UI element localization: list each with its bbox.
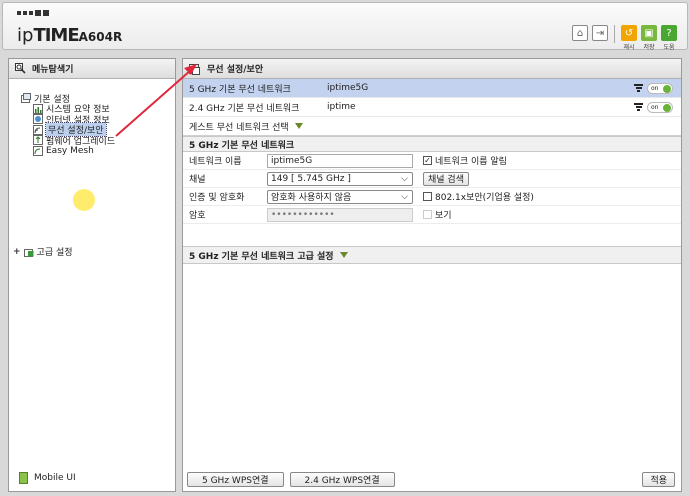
- firmware-page-icon: [33, 135, 43, 146]
- broadcast-ssid-option[interactable]: ✓ 네트워크 이름 알림: [423, 154, 507, 167]
- network-name-input[interactable]: iptime5G: [267, 153, 413, 168]
- home-icon: ⌂: [572, 25, 588, 41]
- logout-icon: ⇥: [592, 25, 608, 41]
- top-header: ipTIMEA604R ⌂ ⇥ ↺ 재시 ▣ 저장 ? 도움: [2, 2, 688, 51]
- filter-icon: [634, 84, 643, 93]
- menu-explorer: 메뉴탐색기 기본 설정 시스템 요약 정보 인터넷 설정 정보 무선 설정/보안…: [8, 58, 176, 492]
- help-icon: ?: [661, 25, 677, 41]
- panel-title: 무선 설정/보안: [207, 65, 264, 75]
- row-channel: 채널 149 [ 5.745 GHz ] ⌵ 채널 검색: [183, 170, 681, 188]
- phone-icon: [19, 472, 28, 484]
- section-title: 5 GHz 기본 무선 네트워크: [183, 136, 681, 152]
- show-password-checkbox[interactable]: [423, 210, 432, 219]
- advanced-settings-toggle[interactable]: 5 GHz 기본 무선 네트워크 고급 설정: [183, 246, 681, 264]
- show-password-option[interactable]: 보기: [423, 208, 452, 221]
- dropdown-triangle-icon: [294, 123, 303, 129]
- wps-buttons: 5 GHz WPS연결 2.4 GHz WPS연결: [187, 472, 395, 487]
- row-auth: 인증 및 암호화 암호화 사용하지 않음 ⌵ 802.1x보안(기업용 설정): [183, 188, 681, 206]
- guest-network-selector[interactable]: 게스트 무선 네트워크 선택: [183, 117, 681, 136]
- mesh-page-icon: [33, 145, 43, 156]
- apply-button[interactable]: 적용: [642, 472, 675, 487]
- help-button[interactable]: ? 도움: [661, 25, 677, 51]
- restart-label: 재시: [623, 44, 635, 51]
- save-label: 저장: [643, 44, 655, 51]
- restart-button[interactable]: ↺ 재시: [621, 25, 637, 51]
- broadcast-checkbox[interactable]: ✓: [423, 156, 432, 165]
- brand-logo: ipTIMEA604R: [17, 25, 123, 46]
- row-network-name: 네트워크 이름 iptime5G ✓ 네트워크 이름 알림: [183, 152, 681, 170]
- panel-header: 무선 설정/보안: [183, 59, 681, 79]
- help-label: 도움: [663, 44, 675, 51]
- folder-closed-icon: [23, 248, 34, 257]
- menu-explorer-header: 메뉴탐색기: [9, 59, 175, 79]
- channel-select[interactable]: 149 [ 5.745 GHz ] ⌵: [267, 171, 413, 186]
- filter-icon: [634, 103, 643, 112]
- wireless-settings-panel: 무선 설정/보안 5 GHz 기본 무선 네트워크 iptime5G on 2.…: [182, 58, 682, 492]
- channel-scan-button[interactable]: 채널 검색: [423, 171, 469, 186]
- enterprise-checkbox[interactable]: [423, 192, 432, 201]
- toolbar-divider: [614, 25, 615, 43]
- network-row-24ghz[interactable]: 2.4 GHz 기본 무선 네트워크 iptime on: [183, 98, 681, 117]
- magnifier-icon: [15, 63, 26, 74]
- toolbar: ⌂ ⇥ ↺ 재시 ▣ 저장 ? 도움: [572, 25, 677, 51]
- toggle-24ghz[interactable]: on: [647, 102, 673, 113]
- menu-tree: 기본 설정 시스템 요약 정보 인터넷 설정 정보 무선 설정/보안 펌웨어 업…: [21, 93, 115, 156]
- network-row-5ghz[interactable]: 5 GHz 기본 무선 네트워크 iptime5G on: [183, 79, 681, 98]
- folder-open-icon: [21, 93, 31, 104]
- tree-basic-children: 시스템 요약 정보 인터넷 설정 정보 무선 설정/보안 펌웨어 업그레이드 E…: [21, 103, 115, 157]
- restart-icon: ↺: [621, 25, 637, 41]
- logo-dots: [17, 10, 49, 16]
- password-input[interactable]: ••••••••••••: [267, 207, 413, 222]
- auth-select[interactable]: 암호화 사용하지 않음 ⌵: [267, 189, 413, 204]
- chart-page-icon: [33, 103, 43, 114]
- globe-page-icon: [33, 114, 43, 125]
- home-button[interactable]: ⌂: [572, 25, 588, 41]
- mobile-ui-link[interactable]: Mobile UI: [19, 472, 76, 484]
- chevron-down-icon: ⌵: [401, 173, 408, 184]
- row-password: 암호 •••••••••••• 보기: [183, 206, 681, 224]
- save-icon: ▣: [641, 25, 657, 41]
- save-button[interactable]: ▣ 저장: [641, 25, 657, 51]
- logout-button[interactable]: ⇥: [592, 25, 608, 41]
- toggle-5ghz[interactable]: on: [647, 83, 673, 94]
- expand-icon[interactable]: +: [13, 247, 21, 257]
- dropdown-triangle-icon: [339, 252, 348, 258]
- wps-5ghz-button[interactable]: 5 GHz WPS연결: [187, 472, 284, 487]
- tree-advanced-settings[interactable]: + 고급 설정: [13, 245, 73, 259]
- sidebar-item-firmware-upgrade[interactable]: 펌웨어 업그레이드: [33, 135, 115, 147]
- window-icon: [189, 63, 200, 75]
- wps-24ghz-button[interactable]: 2.4 GHz WPS연결: [289, 472, 395, 487]
- cursor-highlight: [73, 189, 95, 211]
- chevron-down-icon: ⌵: [401, 191, 408, 202]
- menu-explorer-title: 메뉴탐색기: [32, 65, 74, 75]
- sidebar-item-easy-mesh[interactable]: Easy Mesh: [33, 145, 115, 157]
- enterprise-option[interactable]: 802.1x보안(기업용 설정): [423, 190, 534, 203]
- wireless-page-icon: [33, 124, 43, 135]
